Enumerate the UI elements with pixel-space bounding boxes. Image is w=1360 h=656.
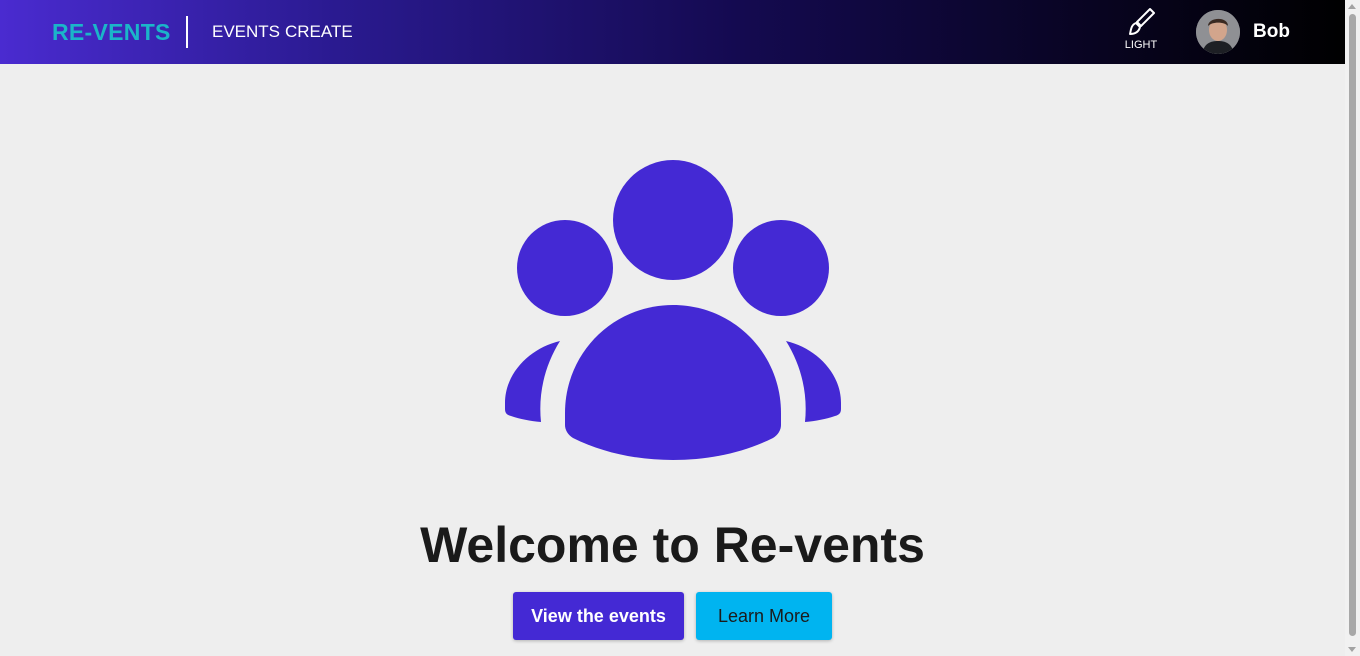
users-group-icon — [505, 160, 841, 460]
scroll-up-arrow-icon[interactable] — [1348, 4, 1356, 9]
learn-more-button[interactable]: Learn More — [696, 592, 832, 640]
view-events-button[interactable]: View the events — [513, 592, 684, 640]
nav-link-create[interactable]: CREATE — [285, 22, 353, 42]
scroll-down-arrow-icon[interactable] — [1348, 647, 1356, 652]
user-menu[interactable]: Bob — [1196, 10, 1290, 54]
user-name: Bob — [1253, 21, 1290, 42]
nav-link-events[interactable]: EVENTS — [212, 22, 280, 42]
hero-title: Welcome to Re-vents — [420, 517, 925, 573]
vertical-scrollbar[interactable] — [1345, 0, 1360, 656]
theme-toggle-button[interactable]: LIGHT — [1118, 6, 1164, 56]
paintbrush-icon — [1129, 8, 1155, 35]
navbar-divider — [186, 16, 188, 48]
theme-toggle-label: LIGHT — [1124, 39, 1158, 51]
brand-logo-link[interactable]: RE-VENTS — [52, 19, 171, 46]
user-avatar[interactable] — [1196, 10, 1240, 54]
top-navbar: RE-VENTS EVENTS CREATE LIGHT Bob — [0, 0, 1345, 64]
scrollbar-thumb[interactable] — [1349, 14, 1356, 636]
